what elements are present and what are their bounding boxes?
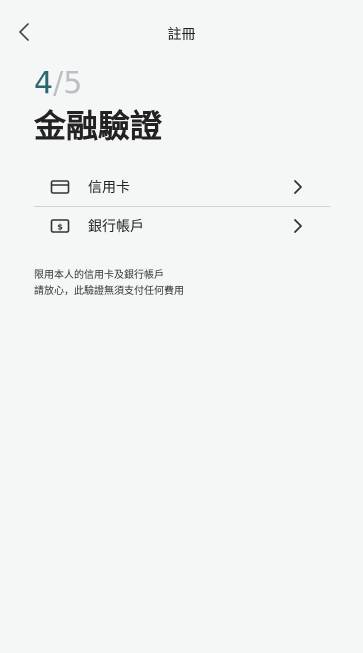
credit-card-icon: [50, 179, 70, 195]
app-header: 註冊: [0, 0, 363, 66]
verification-options: 信用卡 $ 銀行帳戶: [34, 168, 330, 245]
header-title: 註冊: [167, 27, 196, 43]
chevron-right-icon: [294, 180, 302, 194]
step-total: 5: [63, 66, 83, 101]
note-line: 請放心，此驗證無須支付任何費用: [34, 286, 184, 297]
step-indicator: 4/5: [34, 66, 82, 102]
step-current: 4: [34, 66, 54, 101]
notes: 限用本人的信用卡及銀行帳戶 請放心，此驗證無須支付任何費用: [34, 268, 184, 300]
svg-text:$: $: [57, 223, 63, 232]
option-credit-card[interactable]: 信用卡: [34, 168, 330, 207]
note-line: 限用本人的信用卡及銀行帳戶: [34, 270, 164, 281]
bank-note-icon: $: [50, 218, 70, 234]
page-title: 金融驗證: [34, 107, 163, 145]
option-bank-account[interactable]: $ 銀行帳戶: [34, 207, 330, 245]
step-separator: /: [53, 66, 64, 101]
option-credit-card-label: 信用卡: [88, 180, 130, 196]
chevron-right-icon: [294, 219, 302, 233]
option-bank-account-label: 銀行帳戶: [88, 219, 144, 235]
